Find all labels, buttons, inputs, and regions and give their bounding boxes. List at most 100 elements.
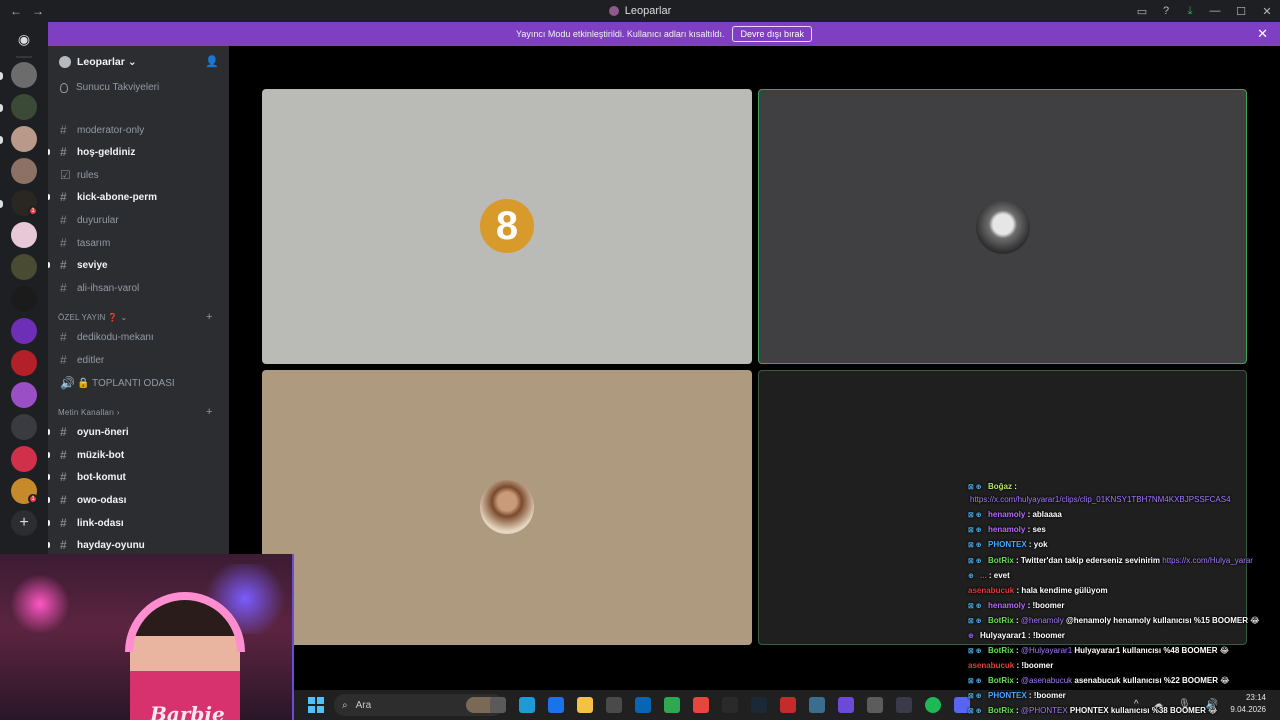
chat-text: @henamoly henamoly kullanıcısı %15 BOOME… (1065, 616, 1260, 625)
chat-username: ... (980, 571, 987, 580)
minimize-button[interactable]: — (1202, 5, 1228, 17)
channel-item[interactable]: # link-odası (48, 513, 229, 533)
channel-item[interactable]: # bot-komut (48, 467, 229, 487)
channel-item[interactable]: # seviye (48, 255, 229, 275)
channel-item[interactable]: # duyurular (48, 210, 229, 230)
chat-badges: ⊠ ⊕ (968, 484, 982, 491)
streamer-mode-banner: Yayıncı Modu etkinleştirildi. Kullanıcı … (48, 22, 1280, 46)
hash-icon: # (60, 258, 67, 272)
chat-text: hala kendime gülüyom (1021, 586, 1108, 595)
file-explorer-icon[interactable] (577, 697, 593, 713)
channel-item[interactable]: # tasarım (48, 233, 229, 253)
close-window-button[interactable]: ✕ (1254, 5, 1280, 18)
store-icon[interactable] (606, 697, 622, 713)
participant-avatar (480, 480, 534, 534)
forward-arrow-icon[interactable]: → (32, 4, 44, 18)
unread-pill (0, 136, 3, 144)
windows-start-icon[interactable] (308, 697, 324, 713)
edge-icon[interactable] (548, 697, 564, 713)
channel-item[interactable]: ☑ rules (48, 165, 229, 185)
taskbar-search[interactable]: ⌕ Ara (334, 694, 504, 716)
add-channel-icon[interactable]: + (206, 311, 213, 323)
participant-tile[interactable]: 8 (262, 89, 752, 364)
app-icon-dark[interactable] (896, 697, 912, 713)
chat-badges: ⊕ (968, 633, 974, 640)
server-icon-2[interactable] (11, 94, 37, 120)
server-icon-meydan[interactable] (11, 286, 37, 312)
chat-message: ⊠ ⊕ BotRix : @henamoly @henamoly henamoly… (968, 616, 1260, 625)
app-icon-blue[interactable] (809, 697, 825, 713)
boost-gem-icon (60, 82, 68, 93)
obs-icon[interactable] (867, 697, 883, 713)
app-icon-purple[interactable] (838, 697, 854, 713)
stream-chat-overlay: ⊠ ⊕ Boğaz : https://x.com/hulyayarar1/cli… (968, 482, 1280, 720)
hash-icon: # (60, 448, 67, 462)
invite-people-icon[interactable]: 👤 (205, 55, 219, 68)
server-boosts[interactable]: Sunucu Takviyeleri (60, 82, 159, 93)
server-icon-13[interactable] (11, 446, 37, 472)
steam-icon[interactable] (751, 697, 767, 713)
server-icon-1[interactable] (11, 62, 37, 88)
server-separator (16, 56, 32, 58)
chat-message: ⊕ Hulyayarar1 : !boomer (968, 631, 1065, 640)
xbox-icon[interactable] (664, 697, 680, 713)
hash-icon: # (60, 330, 67, 344)
epic-games-icon[interactable] (722, 697, 738, 713)
channel-item[interactable]: # oyun-öneri (48, 422, 229, 442)
chat-text: !boomer (1021, 661, 1054, 670)
voice-channel-item[interactable]: 🔊 🔒 TOPLANTI ODASI (48, 373, 229, 393)
add-channel-icon[interactable]: + (206, 406, 213, 418)
unread-pill (48, 520, 50, 526)
hash-icon: # (60, 236, 67, 250)
channel-item[interactable]: # müzik-bot (48, 445, 229, 465)
chat-message: asenabucuk : hala kendime gülüyom (968, 586, 1108, 595)
participant-tile[interactable] (262, 370, 752, 645)
server-icon-12[interactable] (11, 414, 37, 440)
server-icon-11[interactable] (11, 382, 37, 408)
channel-item[interactable]: # owo-odası (48, 490, 229, 510)
chat-link[interactable]: https://x.com/Hulya_yarar (1162, 556, 1253, 565)
download-icon[interactable]: ⤓ (1178, 5, 1202, 18)
channel-item[interactable]: # ali-ihsan-varol (48, 278, 229, 298)
unread-pill (0, 200, 3, 208)
help-icon[interactable]: ? (1154, 5, 1178, 17)
server-icon-10[interactable] (11, 350, 37, 376)
participant-tile-speaking[interactable] (758, 89, 1247, 364)
channel-item[interactable]: # hayday-oyunu (48, 535, 229, 554)
guild-header[interactable]: Leoparlar ⌄ 👤 (48, 46, 229, 78)
chat-text: PHONTEX kullanıcısı %38 BOOMER 😂 (1069, 706, 1218, 715)
chat-link[interactable]: https://x.com/hulyayarar1/clips/clip_01K… (970, 495, 1231, 504)
unread-pill (48, 497, 50, 503)
server-icon-3[interactable] (11, 126, 37, 152)
chat-text: Twitter'dan takip ederseniz sevinirim (1020, 556, 1161, 565)
webcam-overlay: Barbie (0, 554, 294, 720)
server-icon-6[interactable] (11, 222, 37, 248)
disable-streamer-mode-button[interactable]: Devre dışı bırak (732, 26, 812, 42)
copilot-icon[interactable] (519, 697, 535, 713)
channel-item[interactable]: # hoş-geldiniz (48, 142, 229, 162)
maximize-button[interactable]: ☐ (1228, 5, 1254, 18)
category-ozel-yayin[interactable]: ÖZEL YAYIN ❓ ⌄ + (58, 311, 212, 323)
inbox-icon[interactable]: ▭ (1130, 5, 1154, 18)
back-arrow-icon[interactable]: ← (10, 4, 22, 18)
add-server-button[interactable]: + (11, 510, 37, 536)
spotify-icon[interactable] (925, 697, 941, 713)
task-view-icon[interactable] (490, 697, 506, 713)
chrome-icon[interactable] (693, 697, 709, 713)
chat-badges: ⊠ ⊕ (968, 542, 982, 549)
chat-text: evet (993, 571, 1010, 580)
chat-text: !boomer (1032, 601, 1065, 610)
taskbar-apps (490, 697, 970, 713)
channel-item[interactable]: # editler (48, 350, 229, 370)
server-icon-7[interactable] (11, 254, 37, 280)
channel-item[interactable]: # dedikodu-mekanı (48, 327, 229, 347)
channel-item[interactable]: # moderator-only (48, 120, 229, 140)
app-icon-red[interactable] (780, 697, 796, 713)
discord-home-icon[interactable]: ◉ (11, 26, 37, 52)
category-metin-kanallari[interactable]: Metin Kanalları › + (58, 406, 212, 418)
outlook-icon[interactable] (635, 697, 651, 713)
channel-item[interactable]: # kick-abone-perm (48, 187, 229, 207)
server-icon-9[interactable] (11, 318, 37, 344)
server-icon-4[interactable] (11, 158, 37, 184)
banner-close-icon[interactable]: ✕ (1257, 26, 1268, 42)
